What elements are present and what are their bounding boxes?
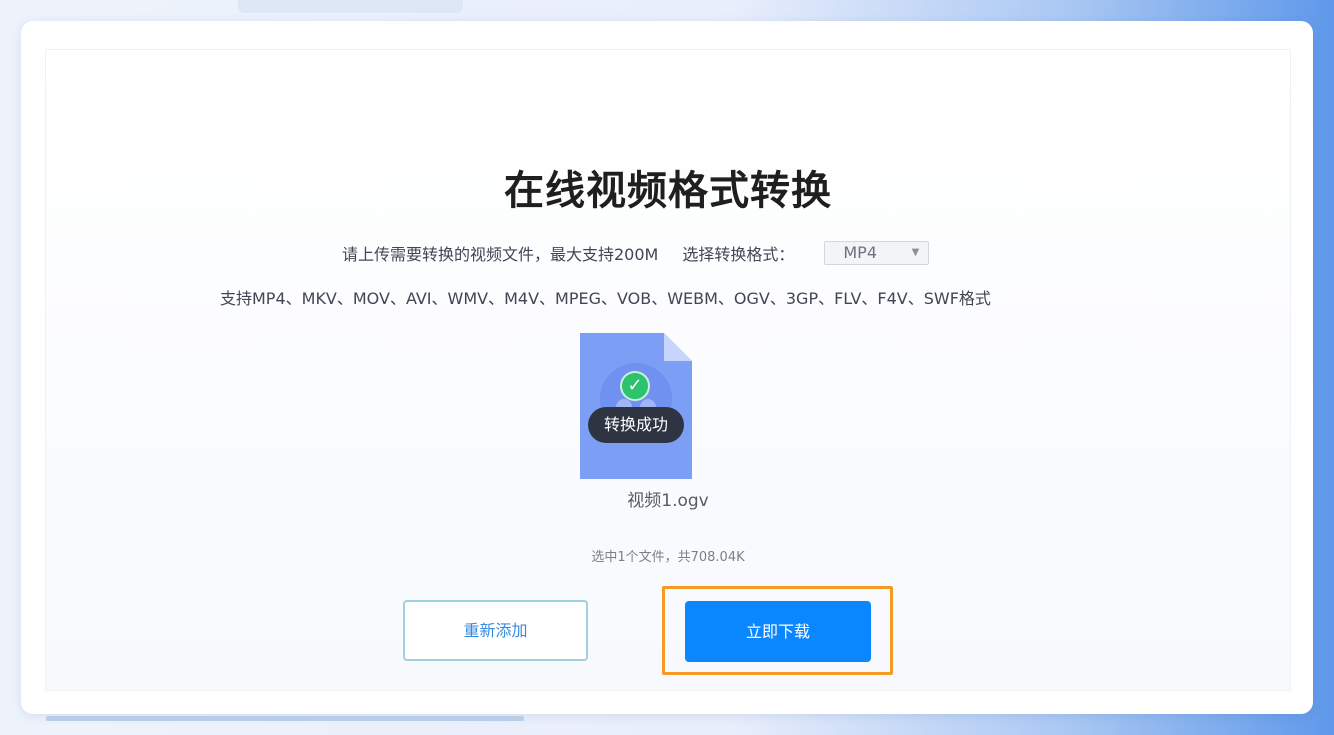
converter-card: 在线视频格式转换 请上传需要转换的视频文件，最大支持200M 选择转换格式： M… — [21, 21, 1313, 714]
selection-info: 选中1个文件，共708.04K — [591, 550, 745, 565]
file-card[interactable]: ✓ 转换成功 — [580, 333, 692, 479]
caret-down-icon: ▼ — [911, 247, 920, 258]
upload-hint: 请上传需要转换的视频文件，最大支持200M — [342, 245, 659, 264]
video-file-icon — [580, 333, 692, 479]
readd-button[interactable]: 重新添加 — [403, 600, 588, 661]
page-title: 在线视频格式转换 — [504, 168, 832, 214]
supported-formats: 支持MP4、MKV、MOV、AVI、WMV、M4V、MPEG、VOB、WEBM、… — [220, 289, 991, 308]
status-badge: 转换成功 — [588, 407, 684, 443]
format-select-value: MP4 — [843, 243, 878, 262]
format-label: 选择转换格式： — [682, 245, 795, 264]
file-name: 视频1.ogv — [627, 491, 709, 511]
upload-options-row: 请上传需要转换的视频文件，最大支持200M 选择转换格式： MP4 ▼ — [342, 240, 930, 266]
download-button[interactable]: 立即下载 — [685, 601, 871, 662]
scrollbar[interactable] — [46, 716, 524, 721]
format-select[interactable]: MP4 ▼ — [824, 241, 930, 265]
top-tab — [238, 0, 463, 13]
converter-panel: 在线视频格式转换 请上传需要转换的视频文件，最大支持200M 选择转换格式： M… — [45, 49, 1291, 691]
check-icon: ✓ — [620, 371, 650, 401]
